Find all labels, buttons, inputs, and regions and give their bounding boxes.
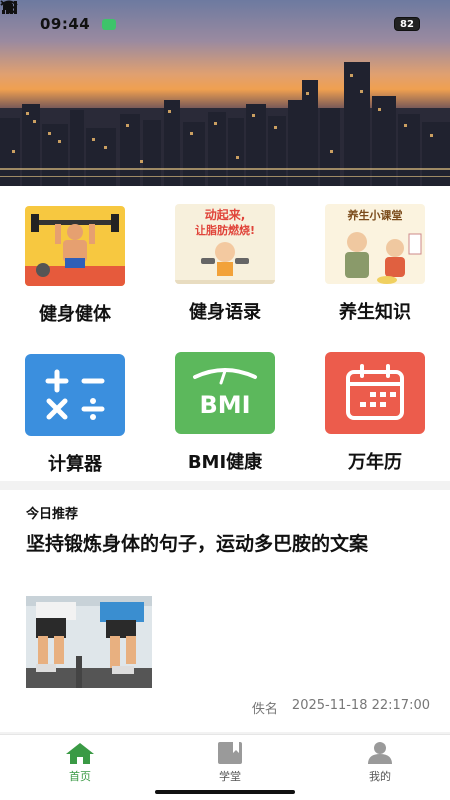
book-icon (218, 742, 242, 764)
grid-item-label: 健身健体 (39, 304, 111, 325)
tab-label: 首页 (69, 770, 91, 783)
grid-item-calculator[interactable]: 计算器 (0, 354, 150, 494)
svg-text:动起来,: 动起来, (205, 207, 246, 222)
bmi-scale-icon: BMI (175, 352, 275, 434)
cellular-5g-icon (2, 1, 17, 14)
tab-label: 学堂 (219, 770, 241, 783)
article-author: 佚名 (251, 702, 278, 717)
recommend-heading: 今日推荐 (26, 507, 79, 522)
calculator-icon (25, 354, 125, 436)
recommend-meta: 佚名 2025-11-18 22:17:00 (252, 698, 430, 717)
grid-item-bmi[interactable]: BMI BMI健康 (150, 352, 300, 492)
calendar-icon (325, 352, 425, 434)
chat-notification-icon (102, 18, 117, 30)
fitness-illustration (25, 206, 125, 286)
recommend-article-title[interactable]: 坚持锻炼身体的句子，运动多巴胺的文案 (26, 530, 436, 558)
grid-item-health-knowledge[interactable]: 养生小课堂 养生知识 (300, 204, 450, 344)
treadmill-running-photo[interactable] (26, 596, 152, 688)
hero-banner: 09:44 82 (0, 0, 450, 186)
grid-item-calendar[interactable]: 万年历 (300, 352, 450, 492)
quote-illustration: 动起来, 让脂肪燃烧! (175, 204, 275, 284)
feature-grid: 健身健体 动起来, 让脂肪燃烧! 健身语录 养生小课堂 养生知识 计算器 BMI… (0, 186, 450, 481)
battery-icon: 82 (394, 17, 420, 31)
health-class-illustration: 养生小课堂 (325, 204, 425, 284)
grid-item-label: 养生知识 (339, 302, 411, 323)
tab-profile[interactable]: 我的 (340, 741, 420, 784)
status-time: 09:44 (40, 15, 91, 33)
tab-label: 我的 (369, 770, 391, 783)
tab-home[interactable]: 首页 (40, 741, 120, 784)
bmi-icon-text: BMI (199, 391, 250, 419)
tab-school[interactable]: 学堂 (190, 741, 270, 784)
article-datetime: 2025-11-18 22:17:00 (291, 698, 430, 713)
status-bar: 09:44 82 (0, 0, 450, 48)
profile-icon (368, 742, 392, 764)
recommend-section: 今日推荐 坚持锻炼身体的句子，运动多巴胺的文案 佚名 2025-11-18 22… (0, 490, 450, 732)
home-icon (66, 743, 94, 764)
home-indicator (155, 790, 295, 794)
grid-item-fitness[interactable]: 健身健体 (0, 206, 150, 346)
grid-item-label: 健身语录 (189, 302, 261, 323)
grid-item-quotes[interactable]: 动起来, 让脂肪燃烧! 健身语录 (150, 204, 300, 344)
svg-text:让脂肪燃烧!: 让脂肪燃烧! (195, 223, 255, 237)
grid-item-label: 万年历 (348, 452, 402, 473)
grid-item-label: BMI健康 (187, 452, 263, 473)
svg-text:养生小课堂: 养生小课堂 (347, 208, 403, 222)
grid-item-label: 计算器 (48, 454, 102, 475)
